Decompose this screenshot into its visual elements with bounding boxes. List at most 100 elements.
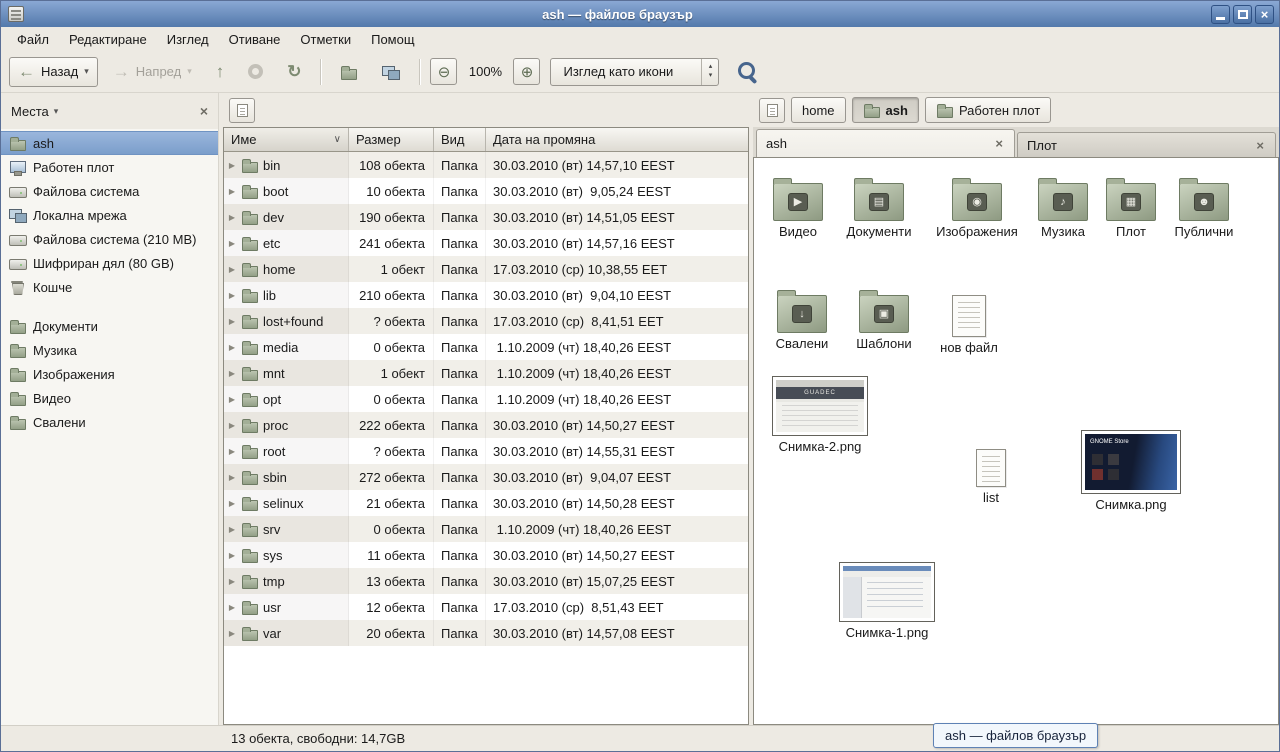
reload-button[interactable]: ↻: [278, 57, 310, 87]
expander-icon[interactable]: ▶: [227, 473, 237, 482]
expander-icon[interactable]: ▶: [227, 629, 237, 638]
menu-item[interactable]: Отиване: [219, 29, 291, 50]
zoom-out-button[interactable]: ⊖: [430, 58, 457, 85]
places-item[interactable]: Изображения: [1, 362, 218, 386]
file-icon-item[interactable]: Публични: [1162, 174, 1246, 240]
tree-row[interactable]: ▶ sys 11 обекта Папка 30.03.2010 (вт) 14…: [224, 542, 748, 568]
close-button[interactable]: ×: [1255, 5, 1274, 24]
menu-item[interactable]: Отметки: [290, 29, 361, 50]
maximize-button[interactable]: [1233, 5, 1252, 24]
icon-view[interactable]: Видео Документи: [753, 157, 1279, 725]
sidebar-close-button[interactable]: ×: [200, 104, 208, 118]
column-header-type[interactable]: Вид: [434, 128, 486, 151]
home-button[interactable]: [331, 57, 367, 87]
location-toggle-button[interactable]: [229, 98, 255, 123]
tree-row[interactable]: ▶ opt 0 обекта Папка 1.10.2009 (чт) 18,4…: [224, 386, 748, 412]
expander-icon[interactable]: ▶: [227, 577, 237, 586]
file-icon-item[interactable]: GNOME Store Снимка.png: [1089, 430, 1173, 513]
column-header-size[interactable]: Размер: [349, 128, 434, 151]
breadcrumb-button[interactable]: Работен плот: [925, 97, 1051, 123]
tab[interactable]: Плот ×: [1017, 132, 1276, 157]
expander-icon[interactable]: ▶: [227, 551, 237, 560]
view-mode-select[interactable]: Изглед като икони ▴ ▾: [550, 58, 719, 86]
file-icon-item[interactable]: нов файл: [927, 290, 1011, 356]
file-icon-item[interactable]: Изображения: [935, 174, 1019, 240]
breadcrumb-button[interactable]: ash: [852, 97, 919, 123]
places-item[interactable]: Шифриран дял (80 GB): [1, 251, 218, 275]
places-item[interactable]: Документи: [1, 314, 218, 338]
minimize-button[interactable]: [1211, 5, 1230, 24]
column-header-date[interactable]: Дата на промяна: [486, 128, 748, 151]
menu-item[interactable]: Файл: [7, 29, 59, 50]
tree-row[interactable]: ▶ usr 12 обекта Папка 17.03.2010 (ср) 8,…: [224, 594, 748, 620]
places-selector[interactable]: Места ▾: [11, 104, 58, 119]
tree-row[interactable]: ▶ var 20 обекта Папка 30.03.2010 (вт) 14…: [224, 620, 748, 646]
expander-icon[interactable]: ▶: [227, 239, 237, 248]
places-item[interactable]: Кошче: [1, 275, 218, 299]
places-item[interactable]: Свалени: [1, 410, 218, 434]
expander-icon[interactable]: ▶: [227, 343, 237, 352]
tree-row[interactable]: ▶ root ? обекта Папка 30.03.2010 (вт) 14…: [224, 438, 748, 464]
tree-row[interactable]: ▶ lost+found ? обекта Папка 17.03.2010 (…: [224, 308, 748, 334]
expander-icon[interactable]: ▶: [227, 499, 237, 508]
places-item[interactable]: Видео: [1, 386, 218, 410]
expander-icon[interactable]: ▶: [227, 265, 237, 274]
places-item[interactable]: Локална мрежа: [1, 203, 218, 227]
places-item[interactable]: Файлова система: [1, 179, 218, 203]
file-icon-item[interactable]: Плот: [1089, 174, 1173, 240]
tree-row[interactable]: ▶ selinux 21 обекта Папка 30.03.2010 (вт…: [224, 490, 748, 516]
back-dropdown-icon[interactable]: ▾: [84, 66, 89, 77]
file-icon-item[interactable]: Видео: [756, 174, 840, 240]
menu-item[interactable]: Изглед: [157, 29, 219, 50]
column-header-name[interactable]: Име ∨: [224, 128, 349, 151]
tree-row[interactable]: ▶ dev 190 обекта Папка 30.03.2010 (вт) 1…: [224, 204, 748, 230]
places-item[interactable]: Музика: [1, 338, 218, 362]
expander-icon[interactable]: ▶: [227, 291, 237, 300]
tab-close-button[interactable]: ×: [1254, 139, 1266, 152]
expander-icon[interactable]: ▶: [227, 421, 237, 430]
tree-row[interactable]: ▶ lib 210 обекта Папка 30.03.2010 (вт) 9…: [224, 282, 748, 308]
menu-item[interactable]: Помощ: [361, 29, 424, 50]
breadcrumb-button[interactable]: home: [791, 97, 846, 123]
expander-icon[interactable]: ▶: [227, 161, 237, 170]
titlebar[interactable]: ash — файлов браузър ×: [1, 1, 1279, 27]
expander-icon[interactable]: ▶: [227, 395, 237, 404]
tree-row[interactable]: ▶ sbin 272 обекта Папка 30.03.2010 (вт) …: [224, 464, 748, 490]
file-icon-item[interactable]: Документи: [837, 174, 921, 240]
menu-item[interactable]: Редактиране: [59, 29, 157, 50]
expander-icon[interactable]: ▶: [227, 447, 237, 456]
tree-row[interactable]: ▶ proc 222 обекта Папка 30.03.2010 (вт) …: [224, 412, 748, 438]
file-icon-item[interactable]: Снимка-1.png: [845, 562, 929, 641]
tree-row[interactable]: ▶ etc 241 обекта Папка 30.03.2010 (вт) 1…: [224, 230, 748, 256]
expander-icon[interactable]: ▶: [227, 187, 237, 196]
places-item[interactable]: ash: [1, 131, 218, 155]
file-icon-item[interactable]: Шаблони: [842, 286, 926, 352]
places-item[interactable]: Файлова система (210 MB): [1, 227, 218, 251]
file-icon-item[interactable]: GUADEC Снимка-2.png: [778, 376, 862, 455]
forward-button[interactable]: → Напред ▾: [104, 57, 201, 87]
tab-close-button[interactable]: ×: [993, 137, 1005, 150]
places-item[interactable]: Работен плот: [1, 155, 218, 179]
tree-row[interactable]: ▶ tmp 13 обекта Папка 30.03.2010 (вт) 15…: [224, 568, 748, 594]
tab[interactable]: ash ×: [756, 129, 1015, 157]
expander-icon[interactable]: ▶: [227, 369, 237, 378]
stop-button[interactable]: [239, 57, 272, 87]
tree-row[interactable]: ▶ home 1 обект Папка 17.03.2010 (ср) 10,…: [224, 256, 748, 282]
zoom-in-button[interactable]: ⊕: [513, 58, 540, 85]
back-button[interactable]: ← Назад ▾: [9, 57, 98, 87]
expander-icon[interactable]: ▶: [227, 213, 237, 222]
tree-row[interactable]: ▶ media 0 обекта Папка 1.10.2009 (чт) 18…: [224, 334, 748, 360]
expander-icon[interactable]: ▶: [227, 603, 237, 612]
search-button[interactable]: [737, 60, 761, 84]
file-icon-item[interactable]: list: [949, 444, 1033, 506]
tree-row[interactable]: ▶ bin 108 обекта Папка 30.03.2010 (вт) 1…: [224, 152, 748, 178]
up-button[interactable]: ↑: [207, 57, 234, 87]
expander-icon[interactable]: ▶: [227, 317, 237, 326]
tree-row[interactable]: ▶ srv 0 обекта Папка 1.10.2009 (чт) 18,4…: [224, 516, 748, 542]
computer-button[interactable]: [373, 57, 409, 87]
expander-icon[interactable]: ▶: [227, 525, 237, 534]
file-icon-item[interactable]: Свалени: [760, 286, 844, 352]
tree-row[interactable]: ▶ boot 10 обекта Папка 30.03.2010 (вт) 9…: [224, 178, 748, 204]
tree-row[interactable]: ▶ mnt 1 обект Папка 1.10.2009 (чт) 18,40…: [224, 360, 748, 386]
view-mode-spinner[interactable]: ▴ ▾: [701, 59, 718, 85]
